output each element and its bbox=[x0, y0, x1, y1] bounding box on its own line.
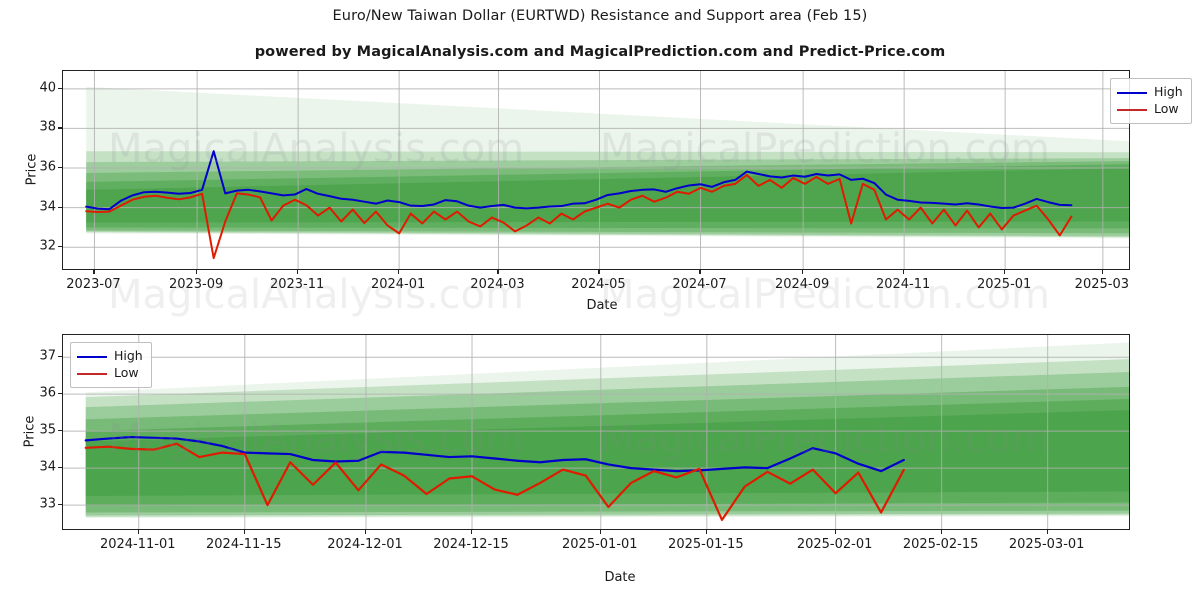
x-tick-mark bbox=[940, 530, 942, 534]
y-tick-mark bbox=[58, 356, 62, 358]
zoom-chart-plot-area bbox=[62, 334, 1130, 530]
page-subtitle: powered by MagicalAnalysis.com and Magic… bbox=[254, 44, 946, 60]
x-tick-mark bbox=[802, 270, 804, 274]
x-tick-label: 2024-12-15 bbox=[433, 537, 509, 552]
legend-label-high: High bbox=[1154, 84, 1183, 100]
legend-swatch-high bbox=[1117, 91, 1147, 94]
chart-figure: Euro/New Taiwan Dollar (EURTWD) Resistan… bbox=[0, 0, 1200, 600]
x-tick-label: 2025-03 bbox=[1074, 277, 1130, 292]
y-tick-mark bbox=[58, 127, 62, 129]
zoom-x-axis-label: Date bbox=[604, 570, 636, 585]
legend-entry-low: Low bbox=[1117, 101, 1183, 118]
x-tick-label: 2023-09 bbox=[168, 277, 224, 292]
x-tick-label: 2024-05 bbox=[571, 277, 626, 292]
y-tick-label: 33 bbox=[39, 496, 56, 512]
y-tick-label: 36 bbox=[39, 385, 56, 401]
y-tick-label: 35 bbox=[39, 422, 56, 438]
x-tick-label: 2025-02-15 bbox=[902, 537, 979, 552]
y-tick-label: 32 bbox=[39, 238, 56, 254]
legend-entry-low-zoom: Low bbox=[77, 365, 143, 382]
legend-entry-high: High bbox=[1117, 84, 1183, 101]
page-title: Euro/New Taiwan Dollar (EURTWD) Resistan… bbox=[332, 8, 868, 24]
x-tick-label: 2023-11 bbox=[269, 277, 325, 292]
y-tick-mark bbox=[58, 504, 62, 506]
x-tick-label: 2024-01 bbox=[370, 277, 426, 292]
legend-swatch-high-zoom bbox=[77, 355, 107, 358]
legend-label-high-zoom: High bbox=[114, 348, 143, 364]
x-tick-label: 2025-02-01 bbox=[796, 537, 873, 552]
y-tick-mark bbox=[58, 87, 62, 89]
x-tick-mark bbox=[903, 270, 905, 274]
y-tick-label: 36 bbox=[39, 159, 56, 175]
y-tick-label: 34 bbox=[39, 459, 56, 475]
overview-legend: High Low bbox=[1110, 78, 1192, 124]
y-tick-mark bbox=[58, 393, 62, 395]
x-tick-mark bbox=[699, 270, 701, 274]
legend-swatch-low bbox=[1117, 108, 1147, 111]
y-tick-mark bbox=[58, 430, 62, 432]
x-tick-mark bbox=[297, 270, 299, 274]
x-tick-mark bbox=[1004, 270, 1006, 274]
x-tick-label: 2023-07 bbox=[66, 277, 121, 292]
x-tick-label: 2024-11-01 bbox=[99, 537, 176, 552]
x-tick-label: 2024-07 bbox=[672, 277, 727, 292]
y-tick-mark bbox=[58, 246, 62, 248]
x-tick-label: 2024-11 bbox=[875, 277, 931, 292]
x-tick-mark bbox=[598, 270, 600, 274]
legend-label-low-zoom: Low bbox=[114, 365, 139, 381]
y-tick-label: 40 bbox=[39, 80, 56, 96]
x-tick-label: 2024-11-15 bbox=[206, 537, 282, 552]
legend-entry-high-zoom: High bbox=[77, 348, 143, 365]
x-tick-label: 2025-01-01 bbox=[562, 537, 638, 552]
x-tick-label: 2025-03-01 bbox=[1008, 537, 1085, 552]
x-tick-mark bbox=[196, 270, 198, 274]
zoom-legend: High Low bbox=[70, 342, 152, 388]
x-tick-mark bbox=[497, 270, 499, 274]
x-tick-mark bbox=[1101, 270, 1104, 274]
y-tick-label: 34 bbox=[39, 199, 56, 215]
x-tick-label: 2024-12-01 bbox=[327, 537, 403, 552]
x-tick-mark bbox=[1046, 530, 1048, 534]
x-tick-mark bbox=[243, 530, 245, 534]
x-tick-mark bbox=[398, 270, 400, 274]
legend-swatch-low-zoom bbox=[77, 372, 107, 375]
x-tick-mark bbox=[137, 530, 139, 534]
x-tick-label: 2025-01 bbox=[976, 277, 1032, 292]
y-tick-label: 38 bbox=[39, 119, 56, 135]
y-tick-mark bbox=[58, 167, 62, 169]
y-tick-label: 37 bbox=[39, 348, 56, 364]
x-tick-mark bbox=[364, 530, 367, 534]
x-tick-mark bbox=[599, 530, 601, 534]
x-tick-mark bbox=[705, 530, 708, 534]
x-tick-label: 2024-09 bbox=[774, 277, 830, 292]
x-tick-mark bbox=[471, 530, 473, 534]
y-tick-mark bbox=[58, 467, 62, 469]
x-tick-label: 2025-01-15 bbox=[668, 537, 744, 552]
overview-chart-plot-area bbox=[62, 70, 1130, 270]
x-tick-label: 2024-03 bbox=[470, 277, 525, 292]
x-tick-mark bbox=[834, 530, 836, 534]
overview-x-axis-label: Date bbox=[586, 298, 618, 313]
legend-label-low: Low bbox=[1154, 101, 1179, 117]
x-tick-mark bbox=[93, 270, 95, 274]
y-tick-mark bbox=[58, 206, 62, 208]
